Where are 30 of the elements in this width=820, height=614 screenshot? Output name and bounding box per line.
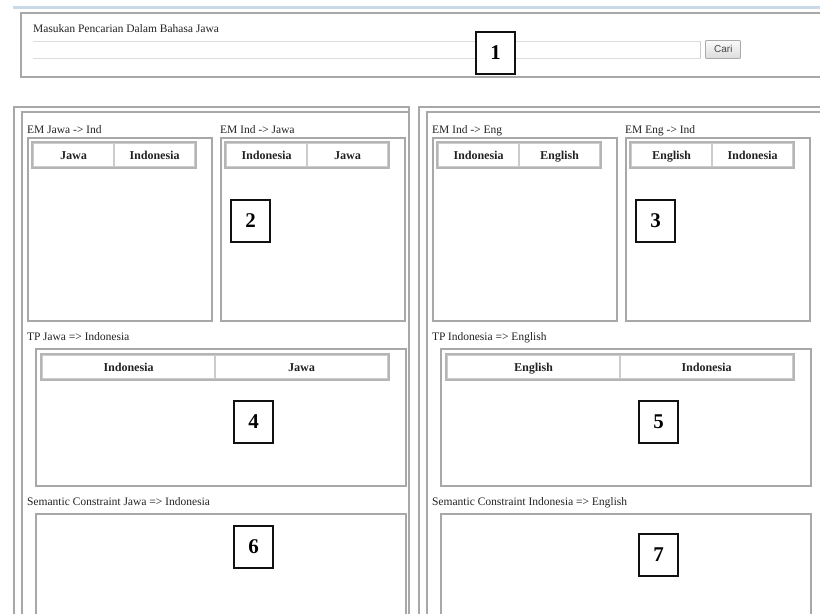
column-header: Indonesia — [620, 355, 793, 379]
column-header: Indonesia — [712, 143, 793, 167]
table-title: EM Eng -> Ind — [625, 123, 696, 137]
table-title: EM Ind -> Jawa — [220, 123, 296, 137]
column-header: English — [519, 143, 600, 167]
search-label: Masukan Pencarian Dalam Bahasa Jawa — [33, 22, 220, 36]
callout-label: 1 — [475, 31, 516, 75]
table-title: EM Jawa -> Ind — [27, 123, 103, 137]
search-button[interactable]: Cari — [705, 40, 742, 59]
callout-label: 2 — [230, 199, 271, 243]
column-header: Indonesia — [114, 143, 195, 167]
callout-label: 3 — [635, 199, 676, 243]
column-header: Jawa — [33, 143, 114, 167]
callout-label: 7 — [638, 533, 679, 577]
section-title: TP Indonesia => English — [432, 330, 548, 344]
table-title: EM Ind -> Eng — [432, 123, 504, 137]
callout-label: 4 — [233, 400, 274, 444]
column-header: Indonesia — [438, 143, 519, 167]
column-header: Jawa — [307, 143, 388, 167]
search-field[interactable] — [33, 40, 701, 58]
section-title: Semantic Constraint Indonesia => English — [432, 495, 628, 509]
column-header: Indonesia — [42, 355, 215, 379]
column-header: Indonesia — [226, 143, 307, 167]
section-title: Semantic Constraint Jawa => Indonesia — [27, 495, 211, 509]
column-header: Jawa — [215, 355, 388, 379]
column-header: English — [447, 355, 620, 379]
section-title: TP Jawa => Indonesia — [27, 330, 130, 344]
callout-label: 6 — [233, 525, 274, 569]
column-header: English — [631, 143, 712, 167]
callout-label: 5 — [638, 400, 679, 444]
